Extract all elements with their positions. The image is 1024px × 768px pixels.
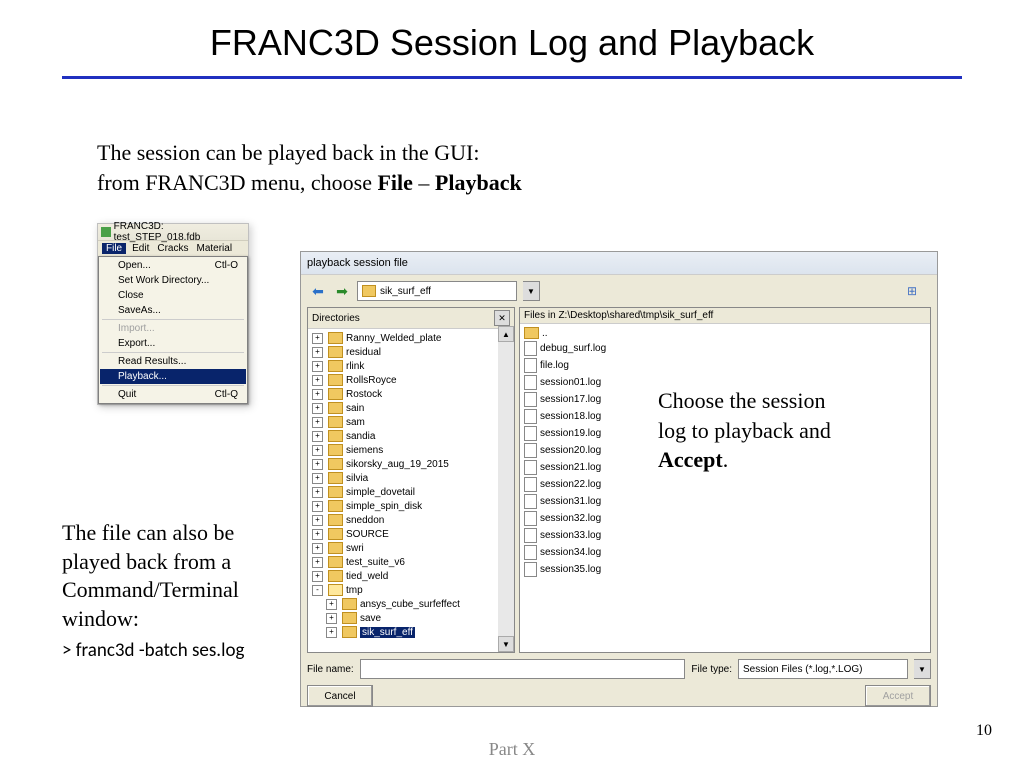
filename-label: File name: [307,664,354,675]
tree-row[interactable]: +sikorsky_aug_19_2015 [312,457,510,471]
dropdown-button-icon[interactable]: ▼ [523,281,540,301]
app-icon [101,227,111,237]
app-title: FRANC3D: test_STEP_018.fdb [114,221,248,243]
filetype-value: Session Files (*.log,*.LOG) [743,664,863,675]
files-pane: Files in Z:\Desktop\shared\tmp\sik_surf_… [519,307,931,653]
file-row[interactable]: session32.log [524,510,926,527]
cancel-button[interactable]: Cancel [307,685,373,707]
menu-item[interactable]: Set Work Directory... [100,273,246,288]
part-label: Part X [489,739,536,760]
tree-row[interactable]: +simple_spin_disk [312,499,510,513]
tree-row[interactable]: +save [312,611,510,625]
tree-row[interactable]: +sain [312,401,510,415]
callout-a: Choose the session log to playback and [658,388,831,443]
app-titlebar: FRANC3D: test_STEP_018.fdb [98,224,248,240]
tree-row[interactable]: +RollsRoyce [312,373,510,387]
directories-header: Directories ✕ [308,308,514,329]
command-line: > franc3d -batch ses.log [62,639,244,662]
filetype-combo[interactable]: Session Files (*.log,*.LOG) [738,659,908,679]
forward-arrow-icon[interactable]: ➡ [333,282,351,300]
tree-row[interactable]: +sam [312,415,510,429]
folder-icon [362,285,376,297]
filetype-dropdown-icon[interactable]: ▼ [914,659,931,679]
tree-row[interactable]: +silvia [312,471,510,485]
scroll-up-icon[interactable]: ▲ [498,326,514,342]
intro-line2a: from FRANC3D menu, choose [97,170,377,195]
menu-item[interactable]: SaveAs... [100,303,246,318]
tree-row[interactable]: +simple_dovetail [312,485,510,499]
tree-row[interactable]: +residual [312,345,510,359]
tree-row[interactable]: +siemens [312,443,510,457]
file-row[interactable]: session34.log [524,544,926,561]
menu-item[interactable]: Open...Ctl-O [100,258,246,273]
menu-cracks[interactable]: Cracks [155,243,190,254]
file-row[interactable]: debug_surf.log [524,340,926,357]
scroll-down-icon[interactable]: ▼ [498,636,514,652]
menu-file[interactable]: File [102,243,126,254]
directories-pane: Directories ✕ +Ranny_Welded_plate+residu… [307,307,515,653]
file-row[interactable]: session31.log [524,493,926,510]
tree-row[interactable]: +swri [312,541,510,555]
tree-row[interactable]: +sik_surf_eff [312,625,510,639]
menubar: File Edit Cracks Material [98,240,248,256]
bottom-text: The file can also be played back from a … [62,519,292,633]
intro-line1: The session can be played back in the GU… [97,140,479,165]
file-row[interactable]: .. [524,326,926,340]
intro-dash: – [413,170,435,195]
page-number: 10 [976,722,992,740]
tree-row[interactable]: +sandia [312,429,510,443]
path-value: sik_surf_eff [380,286,431,297]
tree-row[interactable]: +rlink [312,359,510,373]
tree-row[interactable]: +Rostock [312,387,510,401]
file-dialog: playback session file ⬅ ➡ sik_surf_eff ▼… [300,251,938,707]
file-list[interactable]: ..debug_surf.logfile.logsession01.logses… [520,324,930,652]
filename-input[interactable] [360,659,686,679]
button-row: Cancel Accept [301,685,937,713]
tree-row[interactable]: +ansys_cube_surfeffect [312,597,510,611]
tree-row[interactable]: +tied_weld [312,569,510,583]
menu-item[interactable]: Read Results... [100,354,246,369]
panes: Directories ✕ +Ranny_Welded_plate+residu… [307,307,931,653]
filename-row: File name: File type: Session Files (*.l… [301,653,937,685]
dialog-toolbar: ⬅ ➡ sik_surf_eff ▼ ⊞ [301,275,937,307]
menu-item[interactable]: Close [100,288,246,303]
view-mode-icon[interactable]: ⊞ [903,282,921,300]
menu-material[interactable]: Material [194,243,234,254]
files-header: Files in Z:\Desktop\shared\tmp\sik_surf_… [520,308,930,324]
intro-text: The session can be played back in the GU… [97,138,522,197]
file-row[interactable]: session35.log [524,561,926,578]
callout-text: Choose the session log to playback and A… [658,386,843,475]
slide-title: FRANC3D Session Log and Playback [0,0,1024,76]
intro-bold-file: File [377,170,412,195]
path-dropdown[interactable]: sik_surf_eff [357,281,517,301]
filetype-label: File type: [691,664,732,675]
scrollbar[interactable]: ▲ ▼ [498,326,514,652]
tree-row[interactable]: +test_suite_v6 [312,555,510,569]
menu-item[interactable]: QuitCtl-Q [100,387,246,402]
file-row[interactable]: file.log [524,357,926,374]
callout-b: Accept [658,447,723,472]
directories-label: Directories [312,313,360,324]
title-rule [62,76,962,79]
file-row[interactable]: session33.log [524,527,926,544]
accept-button[interactable]: Accept [865,685,931,707]
back-arrow-icon[interactable]: ⬅ [309,282,327,300]
dialog-title: playback session file [301,252,937,275]
menu-edit[interactable]: Edit [130,243,151,254]
file-dropdown: Open...Ctl-OSet Work Directory...CloseSa… [98,256,248,404]
tree-row[interactable]: -tmp [312,583,510,597]
tree-row[interactable]: +SOURCE [312,527,510,541]
callout-c: . [723,447,729,472]
directory-tree[interactable]: +Ranny_Welded_plate+residual+rlink+Rolls… [308,329,514,652]
menu-screenshot: FRANC3D: test_STEP_018.fdb File Edit Cra… [97,223,249,405]
menu-item[interactable]: Import... [100,321,246,336]
tree-row[interactable]: +sneddon [312,513,510,527]
menu-item[interactable]: Playback... [100,369,246,384]
menu-item[interactable]: Export... [100,336,246,351]
tree-row[interactable]: +Ranny_Welded_plate [312,331,510,345]
file-row[interactable]: session22.log [524,476,926,493]
close-icon[interactable]: ✕ [494,310,510,326]
intro-bold-playback: Playback [435,170,522,195]
files-label: Files in Z:\Desktop\shared\tmp\sik_surf_… [524,310,713,321]
